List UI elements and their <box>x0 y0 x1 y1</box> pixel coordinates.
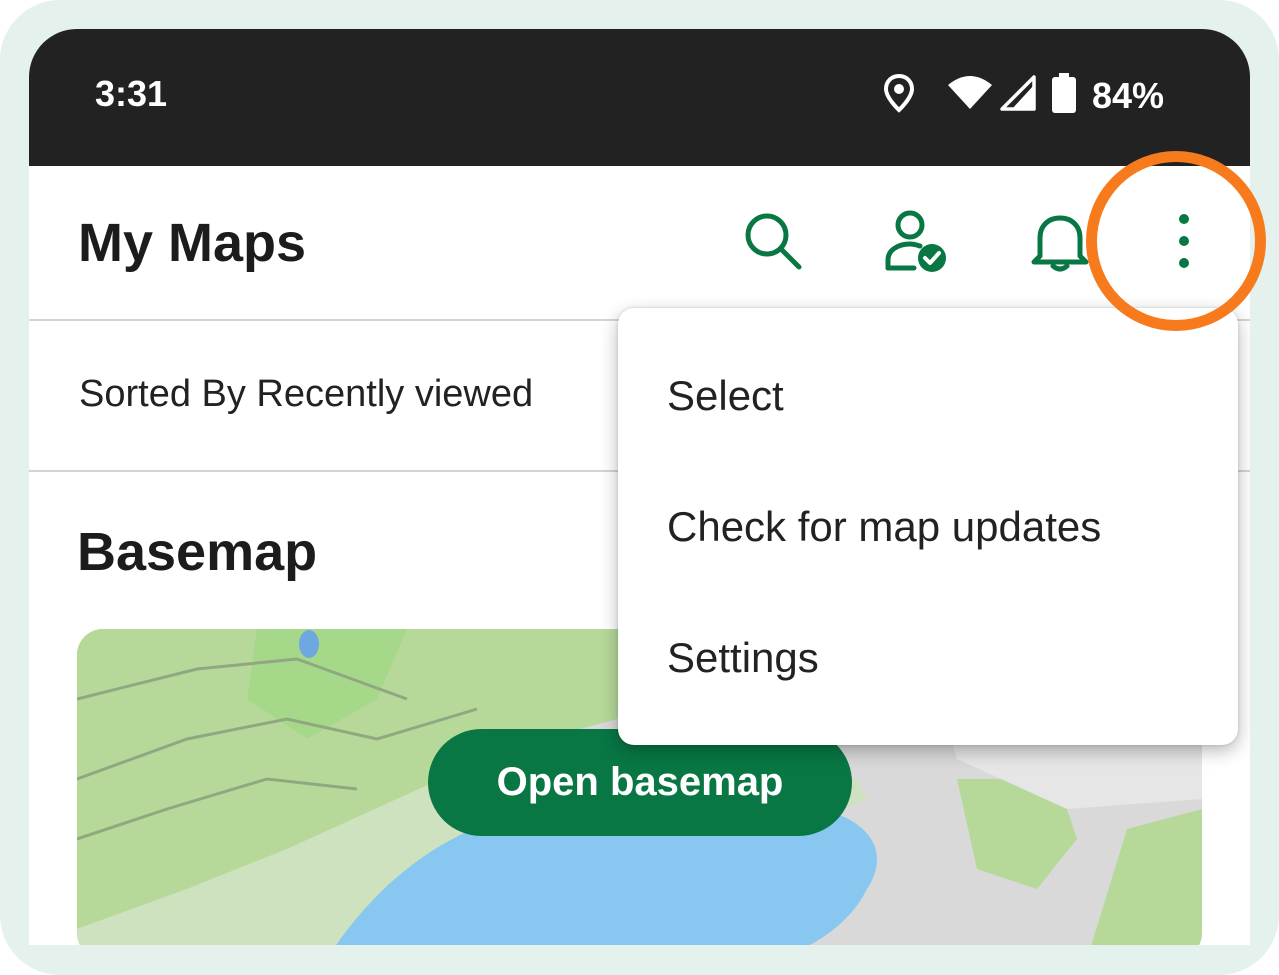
bell-icon <box>1030 210 1090 277</box>
device-frame: 3:31 84% My Maps Sorted By Recently view… <box>0 0 1279 975</box>
wifi-icon <box>946 75 994 116</box>
menu-item-check-updates[interactable]: Check for map updates <box>667 503 1101 551</box>
app-bar: My Maps <box>29 166 1250 321</box>
open-basemap-button[interactable]: Open basemap <box>428 729 852 836</box>
menu-item-select[interactable]: Select <box>667 372 784 420</box>
status-bar: 3:31 84% <box>29 29 1250 166</box>
highlight-ring <box>1086 151 1266 331</box>
account-button[interactable] <box>882 208 952 278</box>
status-icons: 84% <box>882 73 1164 118</box>
signal-icon <box>1000 75 1036 116</box>
section-title: Basemap <box>77 522 318 582</box>
phone-screen: 3:31 84% My Maps Sorted By Recently view… <box>29 29 1250 945</box>
notifications-button[interactable] <box>1025 208 1095 278</box>
battery-percent: 84% <box>1091 74 1164 116</box>
account-check-icon <box>884 208 950 279</box>
page-title: My Maps <box>78 213 307 273</box>
search-button[interactable] <box>738 208 808 278</box>
menu-item-settings[interactable]: Settings <box>667 634 819 682</box>
sort-label: Sorted By Recently viewed <box>79 373 534 415</box>
location-icon <box>882 73 916 118</box>
search-icon <box>742 210 804 277</box>
battery-icon <box>1051 73 1076 118</box>
overflow-menu: Select Check for map updates Settings <box>618 308 1238 745</box>
status-time: 3:31 <box>95 73 168 114</box>
